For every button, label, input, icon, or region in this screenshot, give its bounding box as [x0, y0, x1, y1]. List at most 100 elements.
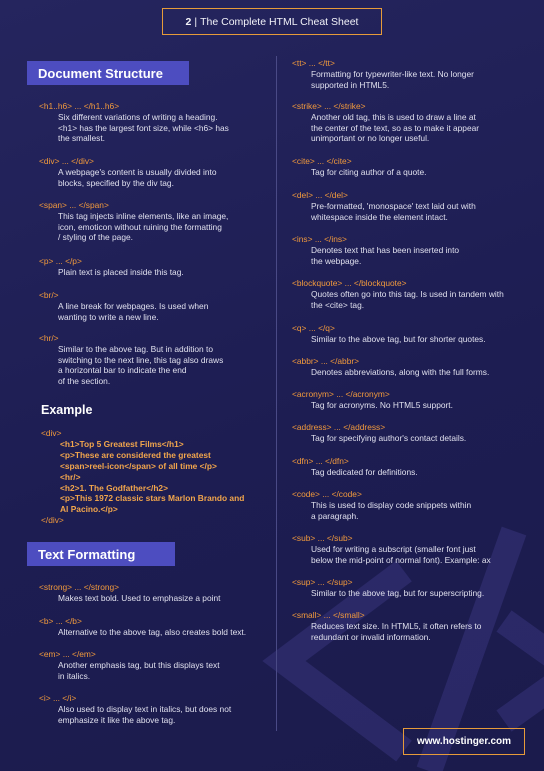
tag-description-line: Tag for acronyms. No HTML5 support.	[311, 400, 453, 410]
tag-entry: <sub> ... </sub> Used for writing a subsc…	[292, 533, 532, 565]
tag-description-line: Another emphasis tag, but this displays …	[58, 660, 220, 670]
document-structure-heading: Document Structure	[27, 61, 189, 85]
tag-description-line: Tag for citing author of a quote.	[311, 167, 427, 177]
page-number: 2	[185, 15, 192, 28]
tag-description-line: Pre-formatted, 'monospace' text laid out…	[311, 201, 476, 211]
tag-description-line: This is used to display code snippets wi…	[311, 500, 472, 510]
tag-description-line: the smallest.	[58, 133, 106, 144]
example-code-block: <div> <h1>Top 5 Greatest Films</h1> <p>Th…	[41, 428, 244, 526]
tag-entry: <address> ... </address> Tag for specifyi…	[292, 422, 532, 444]
tag-syntax: <div> ... </div>	[39, 156, 94, 166]
example-code-line: <hr/>	[60, 471, 81, 482]
tag-entry: <br/> A line break for webpages. Is used …	[39, 290, 279, 322]
tag-description-line: This tag injects inline elements, like a…	[58, 211, 229, 221]
tag-entry: <dfn> ... </dfn> Tag dedicated for defini…	[292, 456, 532, 478]
tag-description-line: emphasize it like the above tag.	[58, 714, 176, 725]
tag-syntax: <sub> ... </sub>	[292, 533, 353, 543]
tag-description-line: A line break for webpages. Is used when	[58, 301, 209, 311]
tag-description-line: / styling of the page.	[58, 232, 133, 243]
tag-description-line: the webpage.	[311, 255, 362, 266]
tag-description-line: Tag for specifying author's contact deta…	[311, 433, 467, 443]
tag-entry: <p> ... </p> Plain text is placed inside …	[39, 256, 279, 278]
tag-description-line: Makes text bold. Used to emphasize a poi…	[58, 593, 221, 603]
tag-entry: <sup> ... </sup> Similar to the above tag…	[292, 577, 532, 599]
example-open-tag: <div>	[41, 428, 62, 438]
tag-description-line: a horizontal bar to indicate the end	[58, 365, 187, 376]
tag-entry: <i> ... </i> Also used to display text in…	[39, 693, 279, 725]
tag-entry: <acronym> ... </acronym> Tag for acronyms…	[292, 389, 532, 411]
tag-description-line: the center of the text, so as to make it…	[311, 122, 480, 133]
tag-entry: <em> ... </em> Another emphasis tag, but …	[39, 649, 279, 681]
tag-syntax: <cite> ... </cite>	[292, 156, 352, 166]
tag-syntax: <abbr> ... </abbr>	[292, 356, 360, 366]
example-code-line: <span>reel-icon</span> of all time </p>	[60, 460, 217, 471]
header-separator: |	[194, 15, 198, 28]
tag-syntax: <small> ... </small>	[292, 610, 365, 620]
example-code-line: <h2>1. The Godfather</h2>	[60, 482, 168, 493]
tag-entry: <b> ... </b> Alternative to the above tag…	[39, 616, 279, 638]
tag-description-line: supported in HTML5.	[311, 79, 390, 90]
example-title: Example	[41, 403, 93, 417]
example-code-line: <p>This 1972 classic stars Marlon Brando…	[60, 493, 245, 504]
tag-syntax: <br/>	[39, 290, 59, 300]
tag-syntax: <b> ... </b>	[39, 616, 82, 626]
tag-entry: <h1..h6> ... </h1..h6> Six different vari…	[39, 101, 279, 144]
cheat-sheet-page: 2 | The Complete HTML Cheat Sheet Docume…	[0, 0, 544, 771]
tag-description-line: <h1> has the largest font size, while <h…	[58, 122, 229, 133]
tag-description-line: Formatting for typewriter-like text. No …	[311, 69, 474, 79]
tag-syntax: <address> ... </address>	[292, 422, 386, 432]
tag-description-line: switching to the next line, this tag als…	[58, 354, 224, 365]
example-code-line: Al Pacino.</p>	[60, 504, 118, 515]
tag-syntax: <sup> ... </sup>	[292, 577, 353, 587]
tag-syntax: <h1..h6> ... </h1..h6>	[39, 101, 120, 111]
tag-syntax: <strike> ... </strike>	[292, 101, 366, 111]
tag-syntax: <dfn> ... </dfn>	[292, 456, 349, 466]
tag-description-line: Similar to the above tag, but for supers…	[311, 588, 485, 598]
example-code-line: <p>These are considered the greatest	[60, 449, 211, 460]
tag-description-line: blocks, specified by the div tag.	[58, 177, 174, 188]
tag-syntax: <blockquote> ... </blockquote>	[292, 278, 407, 288]
tag-description-line: A webpage's content is usually divided i…	[58, 167, 217, 177]
tag-description-line: Another old tag, this is used to draw a …	[311, 112, 476, 122]
tag-description-line: redundant or invalid information.	[311, 631, 431, 642]
tag-syntax: <p> ... </p>	[39, 256, 82, 266]
tag-description-line: Used for writing a subscript (smaller fo…	[311, 544, 476, 554]
tag-description-line: Similar to the above tag. But in additio…	[58, 344, 214, 354]
tag-entry: <div> ... </div> A webpage's content is u…	[39, 156, 279, 188]
tag-description-line: the <cite> tag.	[311, 299, 365, 310]
tag-entry: <strong> ... </strong> Makes text bold. U…	[39, 582, 279, 604]
tag-description-line: in italics.	[58, 670, 91, 681]
tag-entry: <hr/> Similar to the above tag. But in ad…	[39, 333, 279, 386]
example-code-line: <h1>Top 5 Greatest Films</h1>	[60, 438, 184, 449]
page-title: The Complete HTML Cheat Sheet	[200, 15, 359, 28]
tag-syntax: <code> ... </code>	[292, 489, 362, 499]
tag-syntax: <strong> ... </strong>	[39, 582, 120, 592]
tag-entry: <span> ... </span> This tag injects inlin…	[39, 200, 279, 243]
tag-description-line: Alternative to the above tag, also creat…	[58, 627, 247, 637]
tag-description-line: Denotes abbreviations, along with the fu…	[311, 367, 490, 377]
tag-description-line: a paragraph.	[311, 510, 359, 521]
tag-description-line: icon, emoticon without ruining the forma…	[58, 221, 222, 232]
tag-description-line: Six different variations of writing a he…	[58, 112, 218, 122]
tag-syntax: <acronym> ... </acronym>	[292, 389, 390, 399]
tag-syntax: <ins> ... </ins>	[292, 234, 347, 244]
tag-syntax: <q> ... </q>	[292, 323, 335, 333]
tag-entry: <tt> ... </tt> Formatting for typewriter-…	[292, 58, 532, 90]
tag-entry: <del> ... </del> Pre-formatted, 'monospac…	[292, 190, 532, 222]
example-close-tag: </div>	[41, 515, 64, 526]
tag-syntax: <em> ... </em>	[39, 649, 96, 659]
tag-entry: <abbr> ... </abbr> Denotes abbreviations,…	[292, 356, 532, 378]
website-link[interactable]: www.hostinger.com	[403, 728, 525, 755]
tag-description-line: Plain text is placed inside this tag.	[58, 267, 184, 277]
tag-description-line: Tag dedicated for definitions.	[311, 467, 418, 477]
tag-description-line: whitespace inside the element intact.	[311, 211, 448, 222]
tag-description-line: Quotes often go into this tag. Is used i…	[311, 289, 504, 299]
tag-description-line: below the mid-point of normal font). Exa…	[311, 554, 491, 565]
text-formatting-heading: Text Formatting	[27, 542, 175, 566]
tag-description-line: unimportant or no longer useful.	[311, 133, 430, 144]
tag-entry: <q> ... </q> Similar to the above tag, bu…	[292, 323, 532, 345]
tag-description-line: wanting to write a new line.	[58, 311, 159, 322]
tag-syntax: <hr/>	[39, 333, 59, 343]
example-code-lines: <h1>Top 5 Greatest Films</h1> <p>These ar…	[41, 439, 244, 515]
tag-entry: <cite> ... </cite> Tag for citing author …	[292, 156, 532, 178]
